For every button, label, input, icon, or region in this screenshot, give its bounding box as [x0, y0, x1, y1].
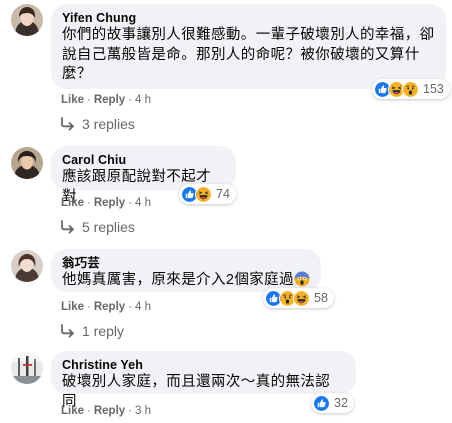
- reply-arrow-icon: [60, 220, 76, 234]
- reply-button[interactable]: Reply: [94, 197, 125, 209]
- like-button[interactable]: Like: [61, 405, 84, 417]
- separator: ·: [128, 197, 133, 209]
- comment-actions: Like · Reply · 4 h: [61, 93, 151, 107]
- timestamp[interactable]: 3 h: [135, 405, 151, 417]
- comment-actions: Like · Reply · 4 h: [61, 196, 151, 210]
- reaction-summary[interactable]: 74: [179, 184, 236, 204]
- replies-count-label: 3 replies: [82, 116, 135, 132]
- reply-button[interactable]: Reply: [94, 405, 125, 417]
- haha-icon: [293, 289, 310, 307]
- separator: ·: [128, 94, 133, 106]
- comment-actions: Like · Reply · 3 h: [61, 404, 151, 418]
- reaction-count: 58: [314, 291, 328, 305]
- haha-icon: [195, 185, 212, 203]
- reply-button[interactable]: Reply: [94, 301, 125, 313]
- avatar-photo-icon: [11, 352, 43, 384]
- view-replies-link[interactable]: 3 replies: [60, 115, 135, 133]
- avatar[interactable]: [11, 352, 43, 384]
- like-button[interactable]: Like: [61, 94, 84, 106]
- reaction-summary[interactable]: 32: [311, 393, 354, 413]
- separator: ·: [128, 301, 133, 313]
- replies-count-label: 1 reply: [82, 323, 125, 339]
- commenter-name[interactable]: Yifen Chung: [62, 10, 435, 26]
- comment-text-content: 他媽真厲害，原來是介入2個家庭過: [62, 272, 294, 288]
- like-icon: [313, 394, 330, 412]
- wow-icon: [402, 80, 419, 98]
- scream-emoji-icon: [294, 271, 310, 287]
- reaction-count: 32: [334, 396, 348, 410]
- separator: ·: [87, 197, 91, 209]
- reply-arrow-icon: [60, 324, 76, 338]
- timestamp[interactable]: 4 h: [135, 197, 151, 209]
- reaction-count: 153: [423, 82, 444, 96]
- commenter-name[interactable]: 翁巧芸: [62, 255, 310, 271]
- reaction-summary[interactable]: 58: [263, 288, 334, 308]
- avatar-photo-icon: [11, 147, 43, 179]
- comment-bubble: Yifen Chung 你們的故事讓別人很難感動。一輩子破壞別人的幸福，卻 說自…: [51, 4, 446, 89]
- commenter-name[interactable]: Carol Chiu: [62, 152, 225, 168]
- reaction-count: 74: [216, 187, 230, 201]
- replies-count-label: 5 replies: [82, 219, 135, 235]
- commenter-name[interactable]: Christine Yeh: [62, 357, 345, 373]
- avatar[interactable]: [11, 250, 43, 282]
- comment-actions: Like · Reply · 4 h: [61, 300, 151, 314]
- like-button[interactable]: Like: [61, 301, 84, 313]
- like-button[interactable]: Like: [61, 197, 84, 209]
- separator: ·: [128, 405, 133, 417]
- comment-bubble: Christine Yeh 破壞別人家庭，而且還兩次～真的無法認同: [51, 351, 356, 410]
- timestamp[interactable]: 4 h: [135, 94, 151, 106]
- view-replies-link[interactable]: 5 replies: [60, 218, 135, 236]
- comment-text: 你們的故事讓別人很難感動。一輩子破壞別人的幸福，卻: [62, 27, 435, 43]
- avatar-photo-icon: [11, 4, 43, 36]
- avatar-photo-icon: [11, 250, 43, 282]
- separator: ·: [87, 405, 91, 417]
- reply-arrow-icon: [60, 117, 76, 131]
- avatar[interactable]: [11, 147, 43, 179]
- reply-button[interactable]: Reply: [94, 94, 125, 106]
- comment-text: 說自己萬般皆是命。那別人的命呢？被你破壞的又算什: [62, 46, 420, 63]
- avatar[interactable]: [11, 4, 43, 36]
- reaction-summary[interactable]: 153: [372, 79, 450, 99]
- comment-bubble: 翁巧芸 他媽真厲害，原來是介入2個家庭過: [51, 249, 321, 292]
- separator: ·: [87, 94, 91, 106]
- view-replies-link[interactable]: 1 reply: [60, 322, 124, 340]
- separator: ·: [87, 301, 91, 313]
- timestamp[interactable]: 4 h: [135, 301, 151, 313]
